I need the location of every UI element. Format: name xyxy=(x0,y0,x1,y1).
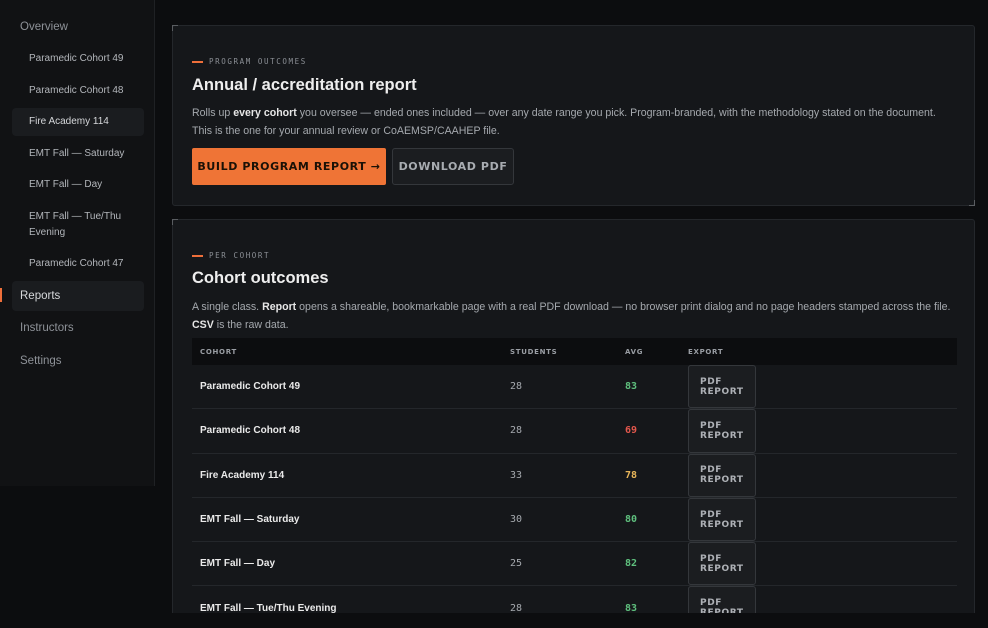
sidebar-item-settings[interactable]: Settings xyxy=(12,353,144,369)
sidebar-item-paramedic-cohort-48[interactable]: Paramedic Cohort 48 xyxy=(22,83,144,99)
cohort-name[interactable]: Fire Academy 114 xyxy=(200,454,284,497)
build-program-report-button[interactable]: BUILD PROGRAM REPORT → xyxy=(192,148,386,185)
program-description: Rolls up every cohort you oversee — ende… xyxy=(192,104,957,140)
app: Overview Paramedic Cohort 49 Paramedic C… xyxy=(0,0,988,628)
column-header-students[interactable]: STUDENTS xyxy=(510,338,557,365)
cohort-name[interactable]: Paramedic Cohort 48 xyxy=(200,409,300,452)
average-score: 83 xyxy=(625,381,638,393)
cohort-eyebrow: PER COHORT xyxy=(192,251,270,260)
cohort-name[interactable]: Paramedic Cohort 49 xyxy=(200,365,300,408)
corner-mark xyxy=(172,25,178,31)
accent-dash xyxy=(192,60,203,63)
table-row[interactable]: EMT Fall — Saturday3080CSVPDF REPORT xyxy=(192,497,957,543)
desc-text: A single class. xyxy=(192,301,263,313)
table-header: COHORT STUDENTS AVG EXPORT xyxy=(192,338,957,365)
column-header-cohort[interactable]: COHORT xyxy=(200,338,237,365)
cohort-description: A single class. Report opens a shareable… xyxy=(192,298,957,334)
student-count: 25 xyxy=(510,558,523,570)
cohort-eyebrow-label: PER COHORT xyxy=(209,251,271,260)
active-indicator xyxy=(0,288,2,302)
sidebar-item-overview[interactable]: Overview xyxy=(12,19,144,35)
cohort-table: COHORT STUDENTS AVG EXPORT Paramedic Coh… xyxy=(192,338,957,628)
sidebar-item-instructors[interactable]: Instructors xyxy=(12,320,144,336)
column-header-export: EXPORT xyxy=(688,347,724,356)
average-score: 69 xyxy=(625,425,638,437)
pdf-report-button[interactable]: PDF REPORT xyxy=(688,453,756,497)
desc-emphasis: Report xyxy=(262,301,297,313)
cohort-title: Cohort outcomes xyxy=(192,269,329,287)
desc-emphasis: every cohort xyxy=(233,107,297,119)
sidebar: Overview Paramedic Cohort 49 Paramedic C… xyxy=(0,0,155,486)
student-count: 28 xyxy=(510,381,523,393)
desc-text: is the raw data. xyxy=(213,319,289,331)
average-score: 78 xyxy=(625,469,638,481)
table-row[interactable]: EMT Fall — Day2582CSVPDF REPORT xyxy=(192,542,957,587)
table-row[interactable]: Paramedic Cohort 482869CSVPDF REPORT xyxy=(192,409,957,454)
pdf-report-button[interactable]: PDF REPORT xyxy=(688,542,756,586)
table-body: Paramedic Cohort 492883CSVPDF REPORTPara… xyxy=(192,365,957,628)
sidebar-item-emt-fall-tue-thu-evening[interactable]: EMT Fall — Tue/Thu Evening xyxy=(22,209,132,241)
table-row[interactable]: Fire Academy 1143378CSVPDF REPORT xyxy=(192,453,957,498)
sidebar-item-emt-fall-day[interactable]: EMT Fall — Day xyxy=(22,177,144,193)
column-header-avg[interactable]: AVG xyxy=(625,338,643,365)
sidebar-item-emt-fall-saturday[interactable]: EMT Fall — Saturday xyxy=(22,146,144,162)
cohort-name[interactable]: EMT Fall — Saturday xyxy=(200,498,299,541)
sidebar-item-paramedic-cohort-49[interactable]: Paramedic Cohort 49 xyxy=(22,51,144,67)
corner-mark xyxy=(172,219,178,225)
sidebar-item-paramedic-cohort-47[interactable]: Paramedic Cohort 47 xyxy=(22,256,144,272)
program-outcomes-card: PROGRAM OUTCOMES Annual / accreditation … xyxy=(172,25,975,206)
average-score: 80 xyxy=(625,514,638,526)
program-eyebrow-label: PROGRAM OUTCOMES xyxy=(209,57,307,66)
pdf-report-button[interactable]: PDF REPORT xyxy=(688,409,756,453)
bottom-edge xyxy=(0,613,988,628)
average-score: 82 xyxy=(625,558,638,570)
student-count: 30 xyxy=(510,514,523,526)
download-pdf-button[interactable]: DOWNLOAD PDF xyxy=(392,148,514,185)
sidebar-item-fire-academy-114[interactable]: Fire Academy 114 xyxy=(12,108,144,136)
sidebar-item-reports[interactable]: Reports xyxy=(12,281,144,311)
desc-text: you oversee — ended ones included — over… xyxy=(192,107,936,137)
pdf-report-button[interactable]: PDF REPORT xyxy=(688,497,756,542)
student-count: 28 xyxy=(510,425,523,437)
table-row[interactable]: Paramedic Cohort 492883CSVPDF REPORT xyxy=(192,365,957,410)
student-count: 33 xyxy=(510,469,523,481)
desc-text: Rolls up xyxy=(192,107,234,119)
desc-text: opens a shareable, bookmarkable page wit… xyxy=(296,301,951,313)
desc-emphasis: CSV xyxy=(192,319,214,331)
program-title: Annual / accreditation report xyxy=(192,76,417,94)
pdf-report-button[interactable]: PDF REPORT xyxy=(688,365,756,409)
corner-mark xyxy=(969,200,975,206)
cohort-outcomes-card: PER COHORT Cohort outcomes A single clas… xyxy=(172,219,975,628)
accent-dash xyxy=(192,254,203,257)
cohort-name[interactable]: EMT Fall — Day xyxy=(200,542,275,585)
program-eyebrow: PROGRAM OUTCOMES xyxy=(192,57,307,66)
